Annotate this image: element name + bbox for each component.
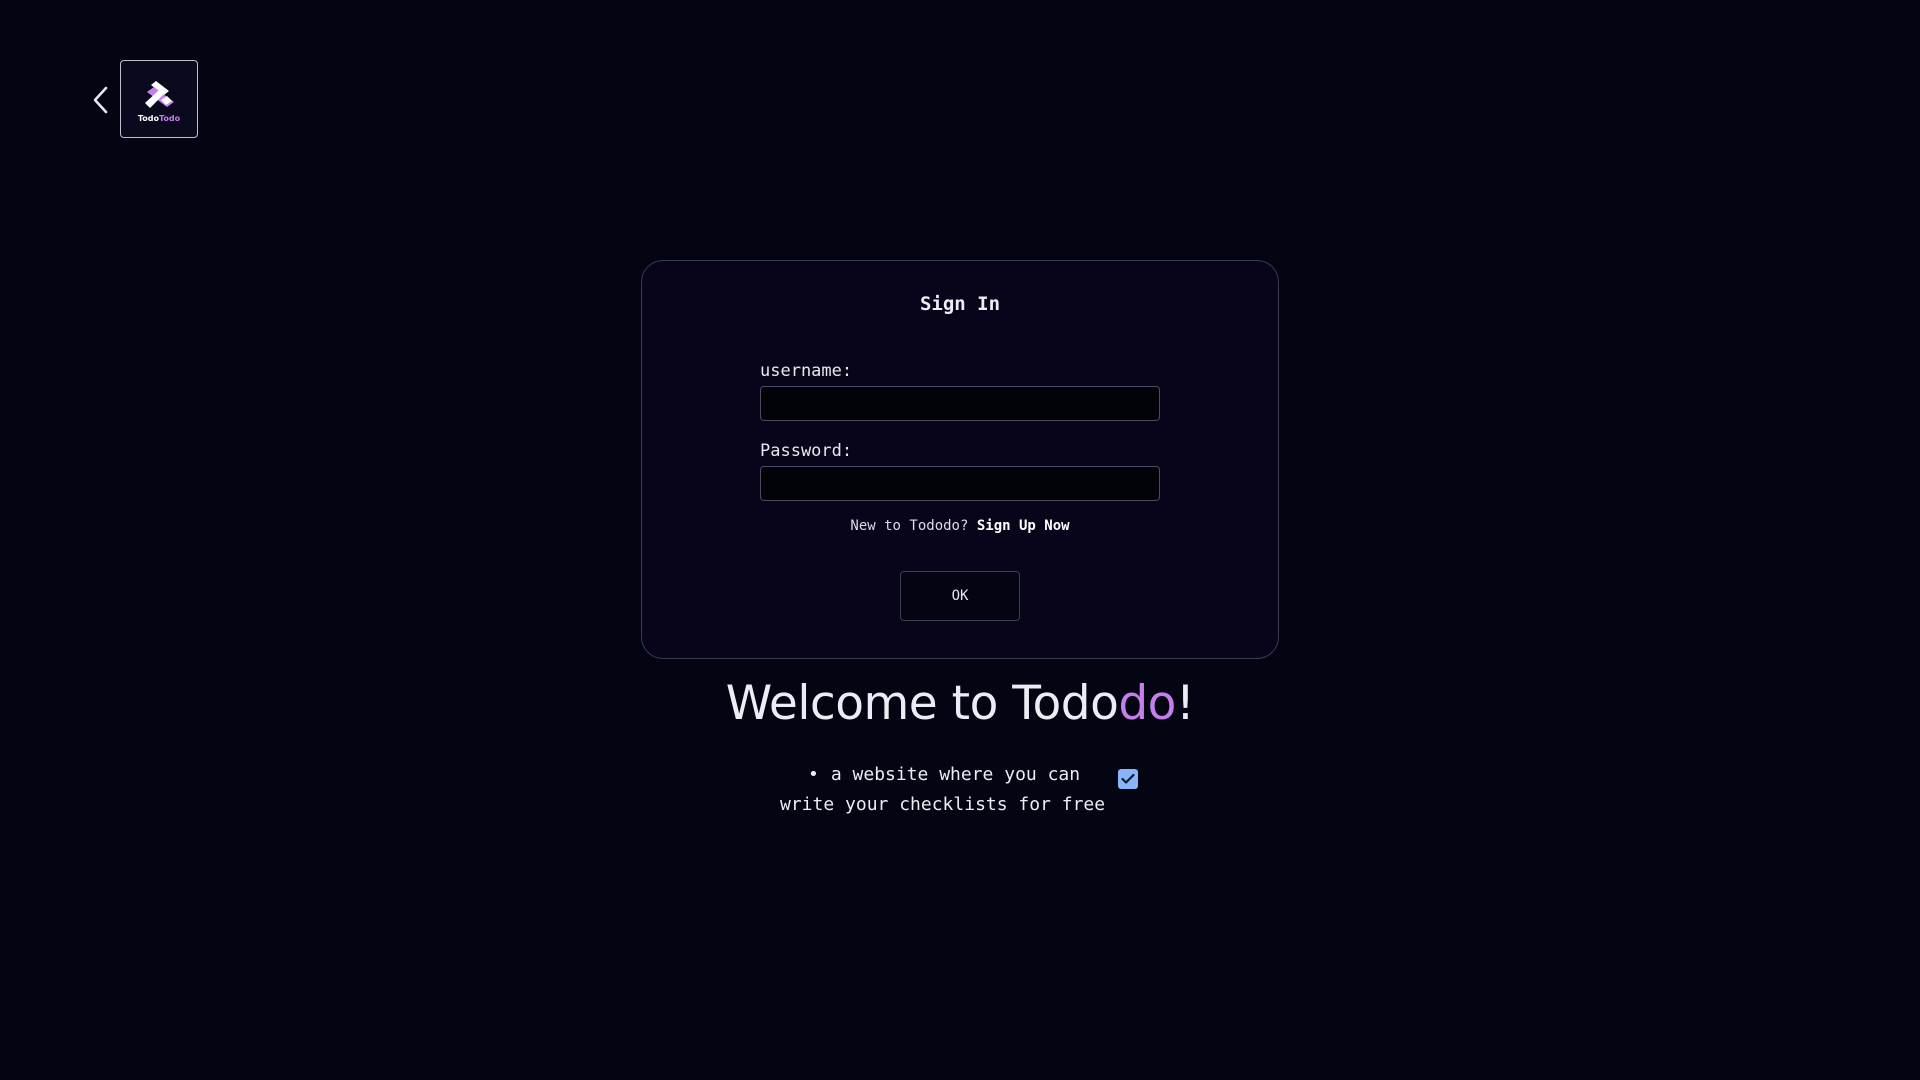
welcome-heading: Welcome to Tododo!	[0, 676, 1920, 731]
password-label: Password:	[760, 441, 853, 461]
tagline-checkbox[interactable]	[1118, 769, 1138, 789]
logo-icon	[145, 80, 174, 108]
password-input[interactable]	[760, 466, 1160, 501]
ok-button[interactable]: OK	[900, 571, 1020, 621]
logo-button[interactable]: TodoTodo	[120, 60, 198, 138]
welcome-prefix: Welcome to Todo	[725, 676, 1119, 731]
username-input[interactable]	[760, 386, 1160, 421]
tagline-line2: write your checklists for free	[780, 794, 1106, 815]
welcome-accent: do	[1118, 676, 1176, 731]
signin-card: Sign In username: Password: New to Todod…	[641, 260, 1279, 659]
logo-text-part2: Todo	[159, 113, 181, 123]
signup-prompt-line: New to Tododo? Sign Up Now	[642, 518, 1278, 534]
username-label: username:	[760, 361, 853, 381]
signup-link[interactable]: Sign Up Now	[977, 518, 1070, 534]
chevron-left-icon	[93, 86, 108, 114]
welcome-suffix: !	[1175, 676, 1195, 731]
checkmark-icon	[1121, 773, 1135, 784]
signin-title: Sign In	[919, 293, 1001, 315]
signup-prompt: New to Tododo?	[850, 518, 969, 534]
logo-wordmark: TodoTodo	[138, 114, 180, 123]
bullet-icon: •	[808, 764, 819, 785]
page: TodoTodo Sign In username: Password: New…	[0, 0, 1920, 1080]
tagline-text1: a website where you can	[830, 764, 1081, 785]
back-button[interactable]	[86, 82, 116, 118]
logo-text-part1: Todo	[137, 113, 159, 123]
